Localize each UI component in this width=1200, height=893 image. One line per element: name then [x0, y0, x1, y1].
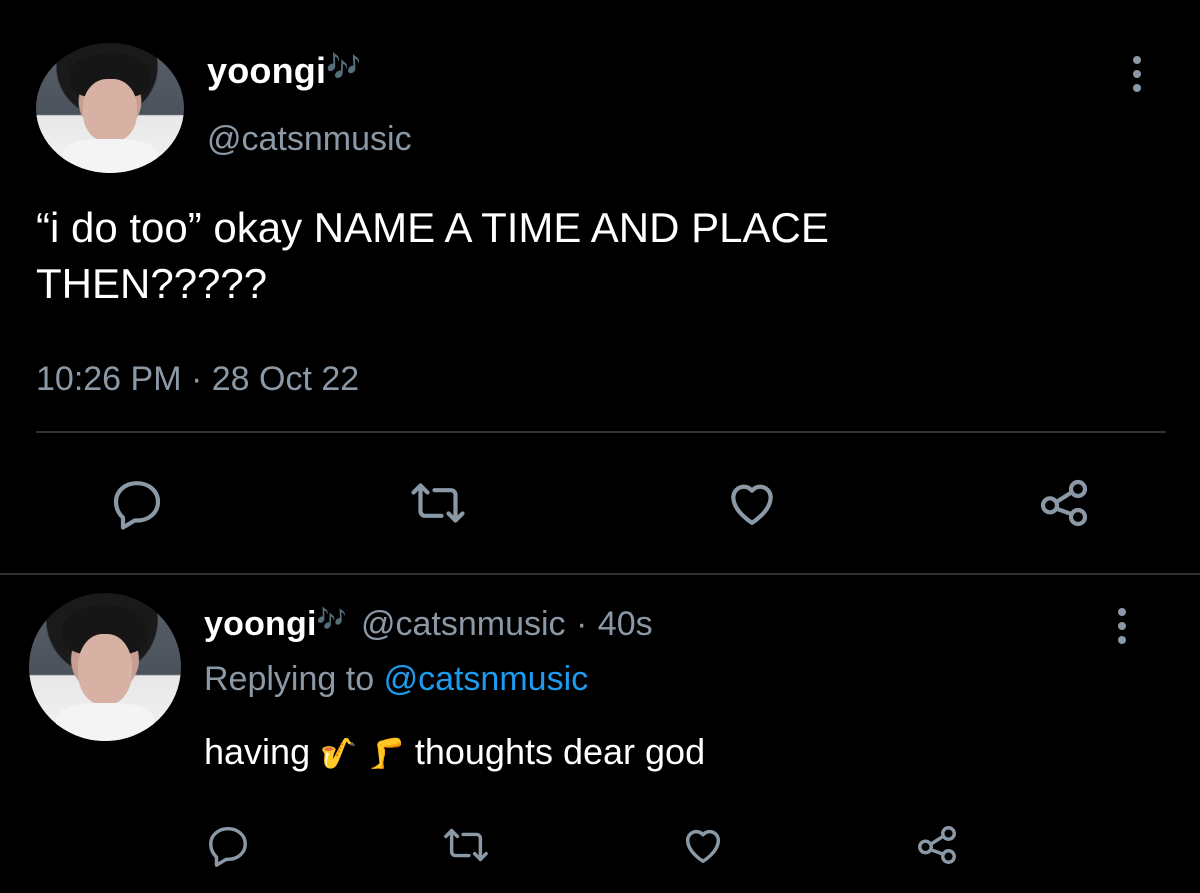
avatar-face-shape — [83, 79, 137, 142]
avatar-collar-shape — [62, 139, 158, 173]
reply-handle[interactable]: @catsnmusic — [361, 605, 566, 643]
heart-icon[interactable] — [724, 475, 780, 531]
reply-text-after: thoughts dear god — [414, 731, 706, 772]
leg-emoji: 🦵 — [367, 737, 405, 771]
reply-text-before: having — [204, 731, 311, 772]
thread-divider — [0, 573, 1200, 575]
more-vertical-icon[interactable] — [1128, 56, 1146, 98]
avatar-collar-shape — [56, 702, 154, 741]
main-tweet-avatar[interactable] — [36, 43, 184, 173]
main-tweet-timestamp[interactable]: 10:26 PM · 28 Oct 22 — [36, 360, 359, 399]
share-icon[interactable] — [1036, 475, 1092, 531]
reply-avatar[interactable] — [29, 593, 181, 741]
heart-icon[interactable] — [680, 822, 726, 868]
reply-header: yoongi🎶 @catsnmusic · 40s — [204, 605, 653, 644]
main-tweet-display-name[interactable]: yoongi — [207, 50, 326, 91]
retweet-icon[interactable] — [410, 475, 466, 531]
avatar-face-shape — [77, 634, 133, 706]
music-notes-icon: 🎶 — [326, 51, 362, 82]
reply-icon[interactable] — [205, 822, 251, 868]
main-tweet-text: “i do too” okay NAME A TIME AND PLACE TH… — [36, 204, 829, 307]
reply-text: having 🎷 🦵 thoughts dear god — [204, 730, 705, 776]
reply-age[interactable]: 40s — [598, 605, 653, 643]
reply-separator: · — [576, 605, 588, 643]
reply-display-name[interactable]: yoongi — [204, 605, 317, 643]
saxophone-emoji: 🎷 — [320, 737, 358, 771]
main-tweet-handle[interactable]: @catsnmusic — [207, 120, 412, 159]
replying-to-handle[interactable]: @catsnmusic — [384, 660, 589, 698]
retweet-icon[interactable] — [443, 822, 489, 868]
replying-to: Replying to @catsnmusic — [204, 660, 588, 699]
music-notes-icon: 🎶 — [316, 606, 347, 633]
share-icon[interactable] — [914, 822, 960, 868]
replying-to-prefix: Replying to — [204, 660, 375, 698]
main-tweet-name-row: yoongi🎶 — [207, 50, 361, 92]
reply-icon[interactable] — [109, 475, 165, 531]
main-tweet-divider — [36, 431, 1166, 433]
more-vertical-icon[interactable] — [1113, 608, 1131, 650]
